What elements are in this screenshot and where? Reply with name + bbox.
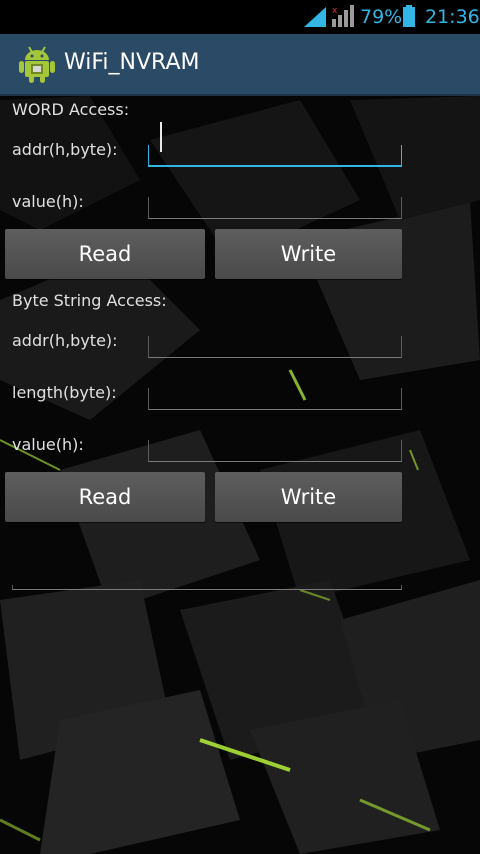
app-title: WiFi_NVRAM xyxy=(64,50,200,75)
byte-addr-field[interactable] xyxy=(148,336,417,358)
byte-write-button[interactable]: Write xyxy=(215,472,402,522)
battery-percent: 79% xyxy=(360,6,403,28)
result-field[interactable] xyxy=(12,585,402,590)
byte-read-button[interactable]: Read xyxy=(5,472,205,522)
byte-value-input[interactable] xyxy=(149,440,417,461)
word-value-field[interactable] xyxy=(148,197,417,219)
clock: 21:36 xyxy=(425,6,480,28)
main-content: WORD Access: addr(h,byte): value(h): Rea… xyxy=(0,96,480,854)
word-value-input[interactable] xyxy=(149,197,417,218)
action-bar: WiFi_NVRAM xyxy=(0,34,480,96)
android-icon[interactable] xyxy=(18,44,56,84)
byte-string-access-heading: Byte String Access: xyxy=(12,291,167,310)
word-addr-field[interactable] xyxy=(148,122,417,167)
byte-value-label: value(h): xyxy=(12,435,84,454)
wifi-icon xyxy=(304,7,326,27)
word-addr-label: addr(h,byte): xyxy=(12,140,118,159)
word-read-button[interactable]: Read xyxy=(5,229,205,279)
word-write-button[interactable]: Write xyxy=(215,229,402,279)
byte-length-label: length(byte): xyxy=(12,383,117,402)
word-access-heading: WORD Access: xyxy=(12,100,130,119)
byte-length-field[interactable] xyxy=(148,388,417,410)
battery-icon xyxy=(403,5,415,27)
status-bar: x 79% 21:36 xyxy=(0,0,480,34)
word-addr-input[interactable] xyxy=(149,145,417,165)
byte-addr-input[interactable] xyxy=(149,336,417,357)
text-cursor xyxy=(160,122,162,152)
word-value-label: value(h): xyxy=(12,192,84,211)
svg-text:x: x xyxy=(332,6,338,16)
signal-icon: x xyxy=(332,5,354,27)
byte-length-input[interactable] xyxy=(149,388,417,409)
byte-value-field[interactable] xyxy=(148,440,417,462)
byte-addr-label: addr(h,byte): xyxy=(12,331,118,350)
